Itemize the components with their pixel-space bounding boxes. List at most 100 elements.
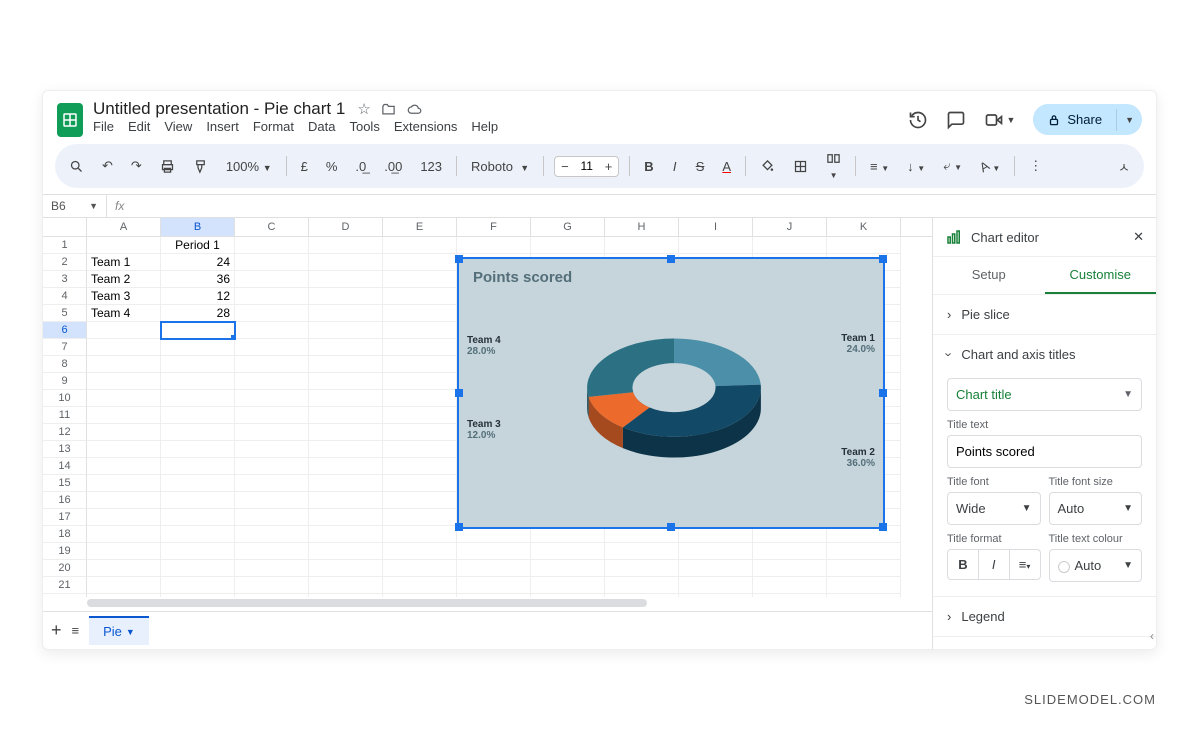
cell-A11[interactable] — [87, 407, 161, 424]
cell-B15[interactable] — [161, 475, 235, 492]
name-box[interactable]: B6▼ — [43, 195, 107, 217]
cell-K1[interactable] — [827, 237, 901, 254]
title-align-button[interactable]: ≡▾ — [1010, 550, 1040, 579]
cell-G20[interactable] — [531, 560, 605, 577]
cell-A19[interactable] — [87, 543, 161, 560]
cell-I19[interactable] — [679, 543, 753, 560]
menu-tools[interactable]: Tools — [349, 119, 379, 134]
cell-H20[interactable] — [605, 560, 679, 577]
print-icon[interactable] — [156, 156, 179, 177]
cell-J21[interactable] — [753, 577, 827, 594]
cell-B5[interactable]: 28 — [161, 305, 235, 322]
cell-C11[interactable] — [235, 407, 309, 424]
cell-A18[interactable] — [87, 526, 161, 543]
text-color-button[interactable]: A — [718, 156, 735, 177]
row-header-13[interactable]: 13 — [43, 441, 87, 458]
cell-C4[interactable] — [235, 288, 309, 305]
cell-E20[interactable] — [383, 560, 457, 577]
cell-B12[interactable] — [161, 424, 235, 441]
cell-E21[interactable] — [383, 577, 457, 594]
row-header-22[interactable]: 22 — [43, 594, 87, 597]
select-all-corner[interactable] — [43, 218, 87, 236]
row-header-7[interactable]: 7 — [43, 339, 87, 356]
cell-D3[interactable] — [309, 271, 383, 288]
increase-decimal-button[interactable]: .0̲0 — [380, 156, 406, 177]
cell-A13[interactable] — [87, 441, 161, 458]
cell-C17[interactable] — [235, 509, 309, 526]
cell-E4[interactable] — [383, 288, 457, 305]
cell-A3[interactable]: Team 2 — [87, 271, 161, 288]
menu-edit[interactable]: Edit — [128, 119, 150, 134]
cell-B19[interactable] — [161, 543, 235, 560]
cell-B3[interactable]: 36 — [161, 271, 235, 288]
cell-E17[interactable] — [383, 509, 457, 526]
cell-A7[interactable] — [87, 339, 161, 356]
column-header-D[interactable]: D — [309, 218, 383, 236]
cell-A2[interactable]: Team 1 — [87, 254, 161, 271]
cell-K21[interactable] — [827, 577, 901, 594]
cell-D18[interactable] — [309, 526, 383, 543]
cell-D9[interactable] — [309, 373, 383, 390]
cell-E6[interactable] — [383, 322, 457, 339]
cell-J20[interactable] — [753, 560, 827, 577]
section-legend[interactable]: › Legend — [933, 597, 1156, 636]
bold-button[interactable]: B — [640, 156, 657, 177]
cell-B11[interactable] — [161, 407, 235, 424]
column-header-H[interactable]: H — [605, 218, 679, 236]
row-header-11[interactable]: 11 — [43, 407, 87, 424]
cell-D16[interactable] — [309, 492, 383, 509]
row-header-10[interactable]: 10 — [43, 390, 87, 407]
cell-C19[interactable] — [235, 543, 309, 560]
sidebar-collapse-icon[interactable]: ‹ — [1150, 629, 1154, 643]
row-header-8[interactable]: 8 — [43, 356, 87, 373]
cell-B20[interactable] — [161, 560, 235, 577]
cell-K22[interactable] — [827, 594, 901, 597]
cell-H21[interactable] — [605, 577, 679, 594]
cell-G21[interactable] — [531, 577, 605, 594]
borders-button[interactable] — [789, 156, 812, 177]
cell-E8[interactable] — [383, 356, 457, 373]
currency-button[interactable]: £ — [297, 156, 312, 177]
meet-icon[interactable]: ▼ — [984, 110, 1015, 130]
strike-button[interactable]: S — [692, 156, 709, 177]
share-button[interactable]: Share — [1033, 104, 1116, 135]
cell-D13[interactable] — [309, 441, 383, 458]
row-header-3[interactable]: 3 — [43, 271, 87, 288]
cell-A15[interactable] — [87, 475, 161, 492]
cell-D11[interactable] — [309, 407, 383, 424]
row-header-12[interactable]: 12 — [43, 424, 87, 441]
close-icon[interactable]: ✕ — [1133, 229, 1144, 245]
cell-H22[interactable] — [605, 594, 679, 597]
cell-E13[interactable] — [383, 441, 457, 458]
cell-E12[interactable] — [383, 424, 457, 441]
row-header-1[interactable]: 1 — [43, 237, 87, 254]
menu-view[interactable]: View — [164, 119, 192, 134]
cell-D8[interactable] — [309, 356, 383, 373]
tab-setup[interactable]: Setup — [933, 257, 1045, 294]
horizontal-scrollbar[interactable] — [87, 599, 920, 609]
cell-E14[interactable] — [383, 458, 457, 475]
cell-D22[interactable] — [309, 594, 383, 597]
cell-D6[interactable] — [309, 322, 383, 339]
cell-C7[interactable] — [235, 339, 309, 356]
fill-color-button[interactable] — [756, 156, 779, 177]
cell-E5[interactable] — [383, 305, 457, 322]
cell-E10[interactable] — [383, 390, 457, 407]
cell-A21[interactable] — [87, 577, 161, 594]
menu-insert[interactable]: Insert — [206, 119, 239, 134]
cell-A1[interactable] — [87, 237, 161, 254]
cell-I21[interactable] — [679, 577, 753, 594]
cell-C1[interactable] — [235, 237, 309, 254]
redo-button[interactable]: ↷ — [127, 155, 146, 177]
cell-E16[interactable] — [383, 492, 457, 509]
cell-B22[interactable] — [161, 594, 235, 597]
cell-A17[interactable] — [87, 509, 161, 526]
cell-D17[interactable] — [309, 509, 383, 526]
title-size-select[interactable]: Auto▼ — [1049, 492, 1143, 525]
star-icon[interactable]: ☆ — [357, 100, 370, 118]
cell-F20[interactable] — [457, 560, 531, 577]
comments-icon[interactable] — [946, 110, 966, 130]
menu-extensions[interactable]: Extensions — [394, 119, 458, 134]
toolbar-collapse-icon[interactable]: ㅅ — [1114, 154, 1134, 179]
move-icon[interactable] — [381, 102, 396, 117]
